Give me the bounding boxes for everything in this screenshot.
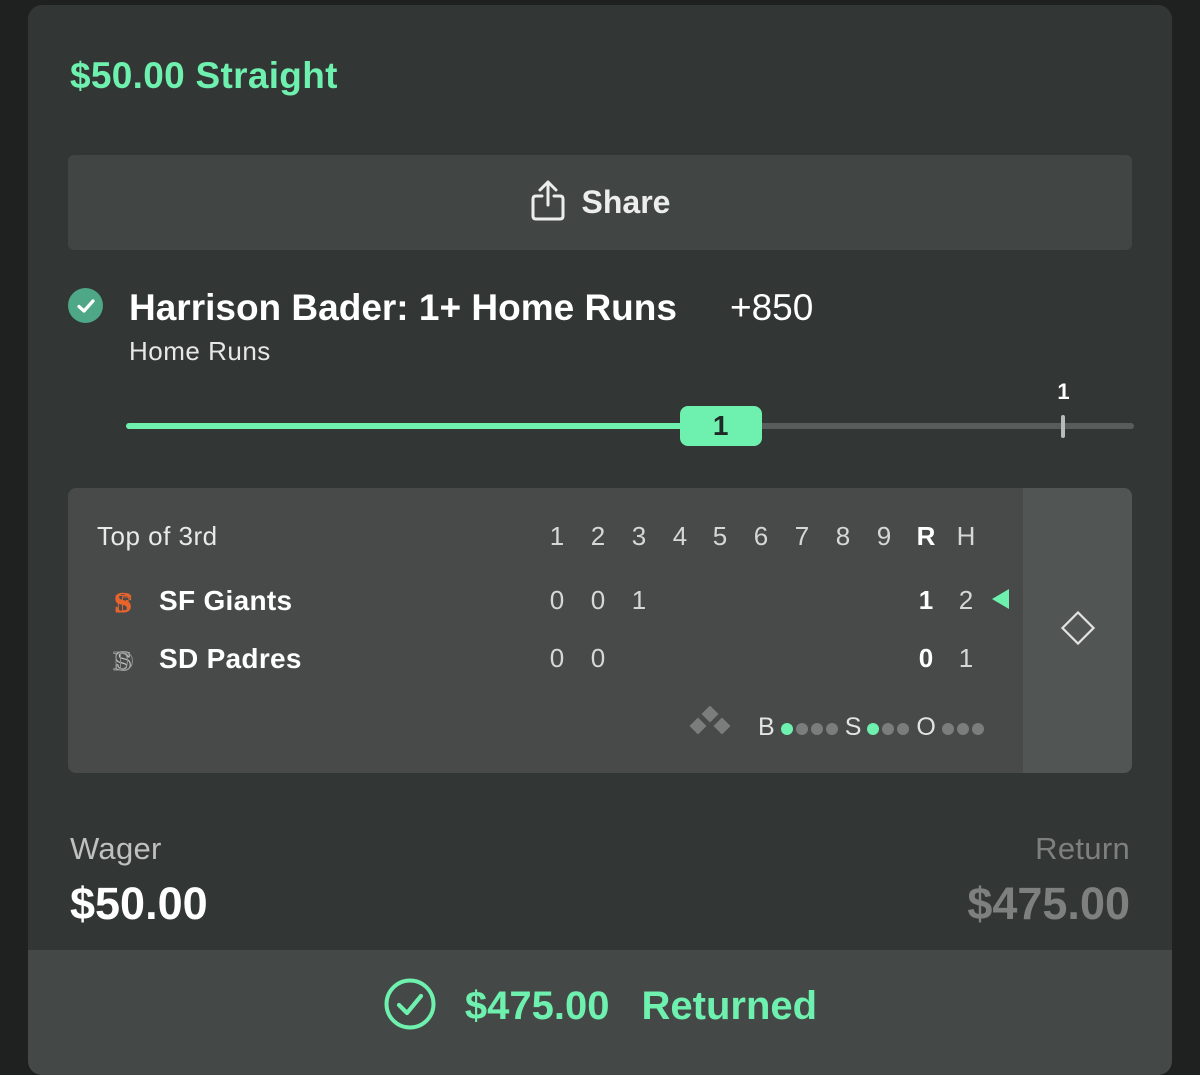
strikes-count: S xyxy=(845,713,913,742)
bet-card: $50.00 Straight Share Harrison Bader: 1+… xyxy=(28,5,1172,1075)
bet-title: $50.00 Straight xyxy=(70,55,338,96)
won-check-icon xyxy=(68,288,103,323)
share-button[interactable]: Share xyxy=(68,155,1132,250)
progress-fill xyxy=(126,423,721,429)
inning-header: 1 xyxy=(549,521,565,551)
team-name: SD Padres xyxy=(159,643,302,674)
wager-label: Wager xyxy=(70,831,162,866)
outs-label: O xyxy=(916,713,936,741)
returned-banner: $475.00 Returned xyxy=(28,950,1172,1075)
ball-dot xyxy=(780,723,793,735)
return-label: Return xyxy=(1035,831,1130,866)
balls-label: B xyxy=(758,713,775,741)
team-runs: 0 xyxy=(918,643,934,673)
selection-market: Home Runs xyxy=(129,336,271,366)
inning-header: 2 xyxy=(590,521,606,551)
inning-header: 9 xyxy=(876,521,892,551)
svg-text:D: D xyxy=(113,647,134,676)
bases-diamond-icon xyxy=(684,705,736,749)
inning-header: 3 xyxy=(631,521,647,551)
team-hits: 2 xyxy=(958,585,974,615)
strike-dot xyxy=(897,723,910,735)
strike-dot xyxy=(882,723,895,735)
batting-indicator-icon xyxy=(992,589,1009,609)
hits-header: H xyxy=(956,521,976,551)
selection-title: Harrison Bader: 1+ Home Runs xyxy=(129,287,677,328)
inning-score: 0 xyxy=(549,643,565,673)
progress-current-value: 1 xyxy=(679,406,762,446)
strike-dot xyxy=(867,723,880,735)
inning-score: 0 xyxy=(590,585,606,615)
inning-score: 0 xyxy=(590,643,606,673)
inning-score: 1 xyxy=(631,585,647,615)
progress-target-label: 1 xyxy=(1057,379,1070,404)
svg-text:F: F xyxy=(115,592,131,618)
wager-value: $50.00 xyxy=(70,878,208,929)
inning-header: 5 xyxy=(712,521,728,551)
runs-header: R xyxy=(916,521,936,551)
sf-giants-logo-icon: S F xyxy=(108,585,138,619)
team-hits: 1 xyxy=(958,643,974,673)
out-dot xyxy=(941,723,954,735)
return-value: $475.00 xyxy=(967,878,1130,929)
ball-dot xyxy=(795,723,808,735)
returned-text: Returned xyxy=(641,984,818,1028)
scoreboard: Top of 3rd 1 2 3 4 5 6 7 8 9 R H S F SF … xyxy=(68,488,1132,773)
ball-dot xyxy=(825,723,838,735)
out-dot xyxy=(971,723,984,735)
inning-status: Top of 3rd xyxy=(97,521,218,551)
inning-header: 4 xyxy=(672,521,688,551)
pitch-count: B S O xyxy=(684,705,991,749)
field-diamond-icon xyxy=(1058,608,1098,653)
team-runs: 1 xyxy=(918,585,934,615)
share-label: Share xyxy=(581,184,671,220)
selection-odds: +850 xyxy=(730,287,814,328)
inning-header: 8 xyxy=(835,521,851,551)
out-dot xyxy=(956,723,969,735)
returned-check-icon xyxy=(383,977,437,1036)
inning-header: 7 xyxy=(794,521,810,551)
ball-dot xyxy=(810,723,823,735)
inning-score: 0 xyxy=(549,585,565,615)
field-view-button[interactable] xyxy=(1023,488,1132,773)
balls-count: B xyxy=(758,713,841,742)
share-icon xyxy=(530,179,566,226)
sd-padres-logo-icon: S D xyxy=(108,643,138,677)
team-name: SF Giants xyxy=(159,585,293,616)
outs-count: O xyxy=(916,713,986,742)
strikes-label: S xyxy=(844,713,862,741)
returned-amount: $475.00 xyxy=(464,984,610,1028)
inning-header: 6 xyxy=(753,521,769,551)
progress-target-tick xyxy=(1061,415,1066,438)
